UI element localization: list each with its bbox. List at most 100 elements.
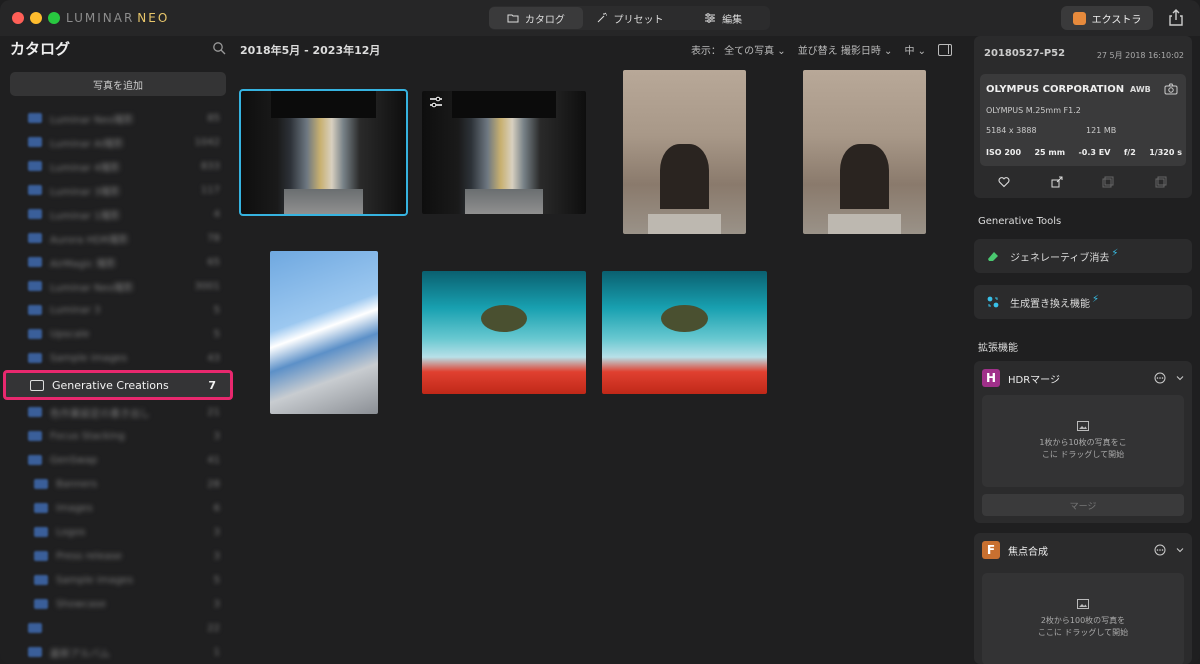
stack-icon[interactable] (1155, 176, 1167, 188)
extras-button[interactable]: エクストラ (1061, 6, 1153, 30)
sidebar-album-item[interactable]: Aurora HDR撮影 78 (0, 226, 236, 250)
photo-thumbnail[interactable] (602, 271, 767, 394)
folder-icon (28, 233, 42, 243)
lightning-icon: ⚡ (1111, 247, 1119, 259)
generative-swap-button[interactable]: 生成置き換え機能 ⚡ (974, 285, 1192, 319)
folder-icon (34, 551, 48, 561)
sidebar-album-item[interactable]: 色作業設定の書き出し 21 (0, 400, 236, 424)
album-name: Luminar 4撮影 (50, 162, 121, 174)
sidebar-album-item[interactable]: Images 6 (0, 496, 236, 520)
album-count: 3 (213, 526, 220, 538)
album-name: Luminar Neo撮影 (50, 114, 134, 126)
album-count: 1042 (194, 136, 220, 148)
focus-drop-zone[interactable]: 2枚から100枚の写真を ここに ドラッグして開始 (982, 573, 1184, 664)
share-icon[interactable] (1166, 8, 1186, 28)
album-name: Press release (56, 550, 122, 562)
export-icon[interactable] (1051, 176, 1063, 188)
sidebar-album-item[interactable]: 最新アルバム 1 (0, 640, 236, 664)
more-options-icon[interactable] (1154, 372, 1166, 384)
album-name: Luminar 3 (50, 304, 101, 316)
sidebar-album-item[interactable]: Luminar Neo撮影 85 (0, 106, 236, 130)
sidebar-album-item[interactable]: Upscale 5 (0, 322, 236, 346)
generative-erase-button[interactable]: ジェネレーティブ消去 ⚡ (974, 239, 1192, 273)
folder-icon (34, 599, 48, 609)
folder-icon (28, 431, 42, 441)
photo-thumbnail[interactable] (422, 271, 586, 394)
hdr-drop-text-1: 1枚から10枚の写真をこ (1039, 438, 1127, 447)
sidebar-album-item[interactable]: Luminar AI撮影 1042 (0, 130, 236, 154)
album-count: 5 (213, 574, 220, 586)
photo-thumbnail[interactable] (623, 70, 746, 234)
photo-thumbnail[interactable] (422, 91, 586, 214)
sidebar-title: カタログ (10, 40, 71, 58)
folder-icon (28, 161, 42, 171)
album-count: 41 (207, 454, 220, 466)
album-count: 117 (200, 184, 220, 196)
file-name: 20180527-P52 (984, 48, 1066, 59)
search-icon[interactable] (212, 41, 226, 55)
heart-icon[interactable] (998, 176, 1010, 188)
folder-icon (28, 137, 42, 147)
toggle-panel-icon[interactable] (938, 43, 952, 56)
sidebar-album-item[interactable]: Luminar 1撮影 4 (0, 202, 236, 226)
sidebar-album-item[interactable]: Logos 3 (0, 520, 236, 544)
hdr-drop-zone[interactable]: 1枚から10枚の写真をこ こに ドラッグして開始 (982, 395, 1184, 487)
focus-stacking-header[interactable]: F 焦点合成 (974, 533, 1192, 567)
sidebar-album-item[interactable]: Luminar 4撮影 833 (0, 154, 236, 178)
tab-presets[interactable]: プリセット (583, 7, 677, 29)
hdr-merge-panel: H HDRマージ 1枚から10枚の写真をこ こに ドラッグして開始 マージ (974, 361, 1192, 523)
close-window-button[interactable] (12, 12, 24, 24)
album-name: Sample images (50, 352, 128, 364)
album-count: 7 (208, 378, 216, 392)
tab-catalog[interactable]: カタログ (489, 7, 583, 29)
folder-icon (28, 407, 42, 417)
album-count: 43 (207, 352, 220, 364)
photo-thumbnail[interactable] (803, 70, 926, 234)
sidebar-album-item[interactable]: 22 (0, 616, 236, 640)
more-options-icon[interactable] (1154, 544, 1166, 556)
app-logo: LUMINAR NEO (66, 11, 170, 25)
sidebar-album-item[interactable]: GenSwap 41 (0, 448, 236, 472)
sidebar-album-item[interactable]: Luminar 3撮影 117 (0, 178, 236, 202)
view-filter-dropdown[interactable]: 表示： 全ての写真 ⌄ (691, 42, 786, 57)
chevron-down-icon[interactable] (1176, 546, 1184, 554)
album-name: Banners (56, 478, 98, 490)
folder-icon (28, 113, 42, 123)
file-size: 121 MB (1086, 126, 1117, 135)
album-count: 6 (213, 502, 220, 514)
album-list: Luminar Neo撮影 85 Luminar AI撮影 1042 Luminar 4… (0, 106, 236, 664)
sidebar-album-item[interactable]: Showcase 3 (0, 592, 236, 616)
sidebar-album-item[interactable]: Focus Stacking 3 (0, 424, 236, 448)
album-count: 5 (213, 328, 220, 340)
photo-info-card: 20180527-P52 27 5月 2018 16:10:02 OLYMPUS… (974, 36, 1192, 198)
album-name: Logos (56, 526, 86, 538)
hdr-merge-header[interactable]: H HDRマージ (974, 361, 1192, 395)
sidebar-album-item[interactable]: Luminar 3 5 (0, 298, 236, 322)
tab-edit[interactable]: 編集 (676, 7, 770, 29)
date-range-title: 2018年5月 - 2023年12月 (240, 44, 381, 57)
album-count: 833 (200, 160, 220, 172)
thumbnail-size-dropdown[interactable]: 中 ⌄ (904, 42, 926, 57)
eraser-icon (988, 252, 998, 261)
photo-thumbnail[interactable] (239, 89, 408, 216)
exif-card: OLYMPUS CORPORATION AWB OLYMPUS M.25mm F… (980, 74, 1186, 166)
merge-button[interactable]: マージ (982, 494, 1184, 516)
sidebar-album-item[interactable]: Sample images 5 (0, 568, 236, 592)
chevron-down-icon[interactable] (1176, 374, 1184, 382)
folder-icon (34, 527, 48, 537)
sidebar-album-item[interactable]: Luminar Neo撮影 3001 (0, 274, 236, 298)
folder-icon (28, 329, 42, 339)
sidebar-album-item[interactable]: AirMagic 撮影 65 (0, 250, 236, 274)
sidebar-album-item[interactable]: Sample images 43 (0, 346, 236, 370)
sidebar-album-item[interactable]: Press release 3 (0, 544, 236, 568)
minimize-window-button[interactable] (30, 12, 42, 24)
sort-dropdown[interactable]: 並び替え 撮影日時 ⌄ (798, 42, 893, 57)
sidebar-album-item[interactable]: Banners 28 (0, 472, 236, 496)
photo-thumbnail[interactable] (270, 251, 378, 414)
title-bar: LUMINAR NEO カタログ プリセット 編集 エクストラ (0, 0, 1200, 36)
zoom-window-button[interactable] (48, 12, 60, 24)
sidebar-item-generative-creations[interactable]: Generative Creations 7 (3, 370, 233, 400)
compare-icon[interactable] (1102, 176, 1114, 188)
resolution: 5184 x 3888 (986, 126, 1037, 135)
add-photos-button[interactable]: 写真を追加 (10, 72, 226, 96)
